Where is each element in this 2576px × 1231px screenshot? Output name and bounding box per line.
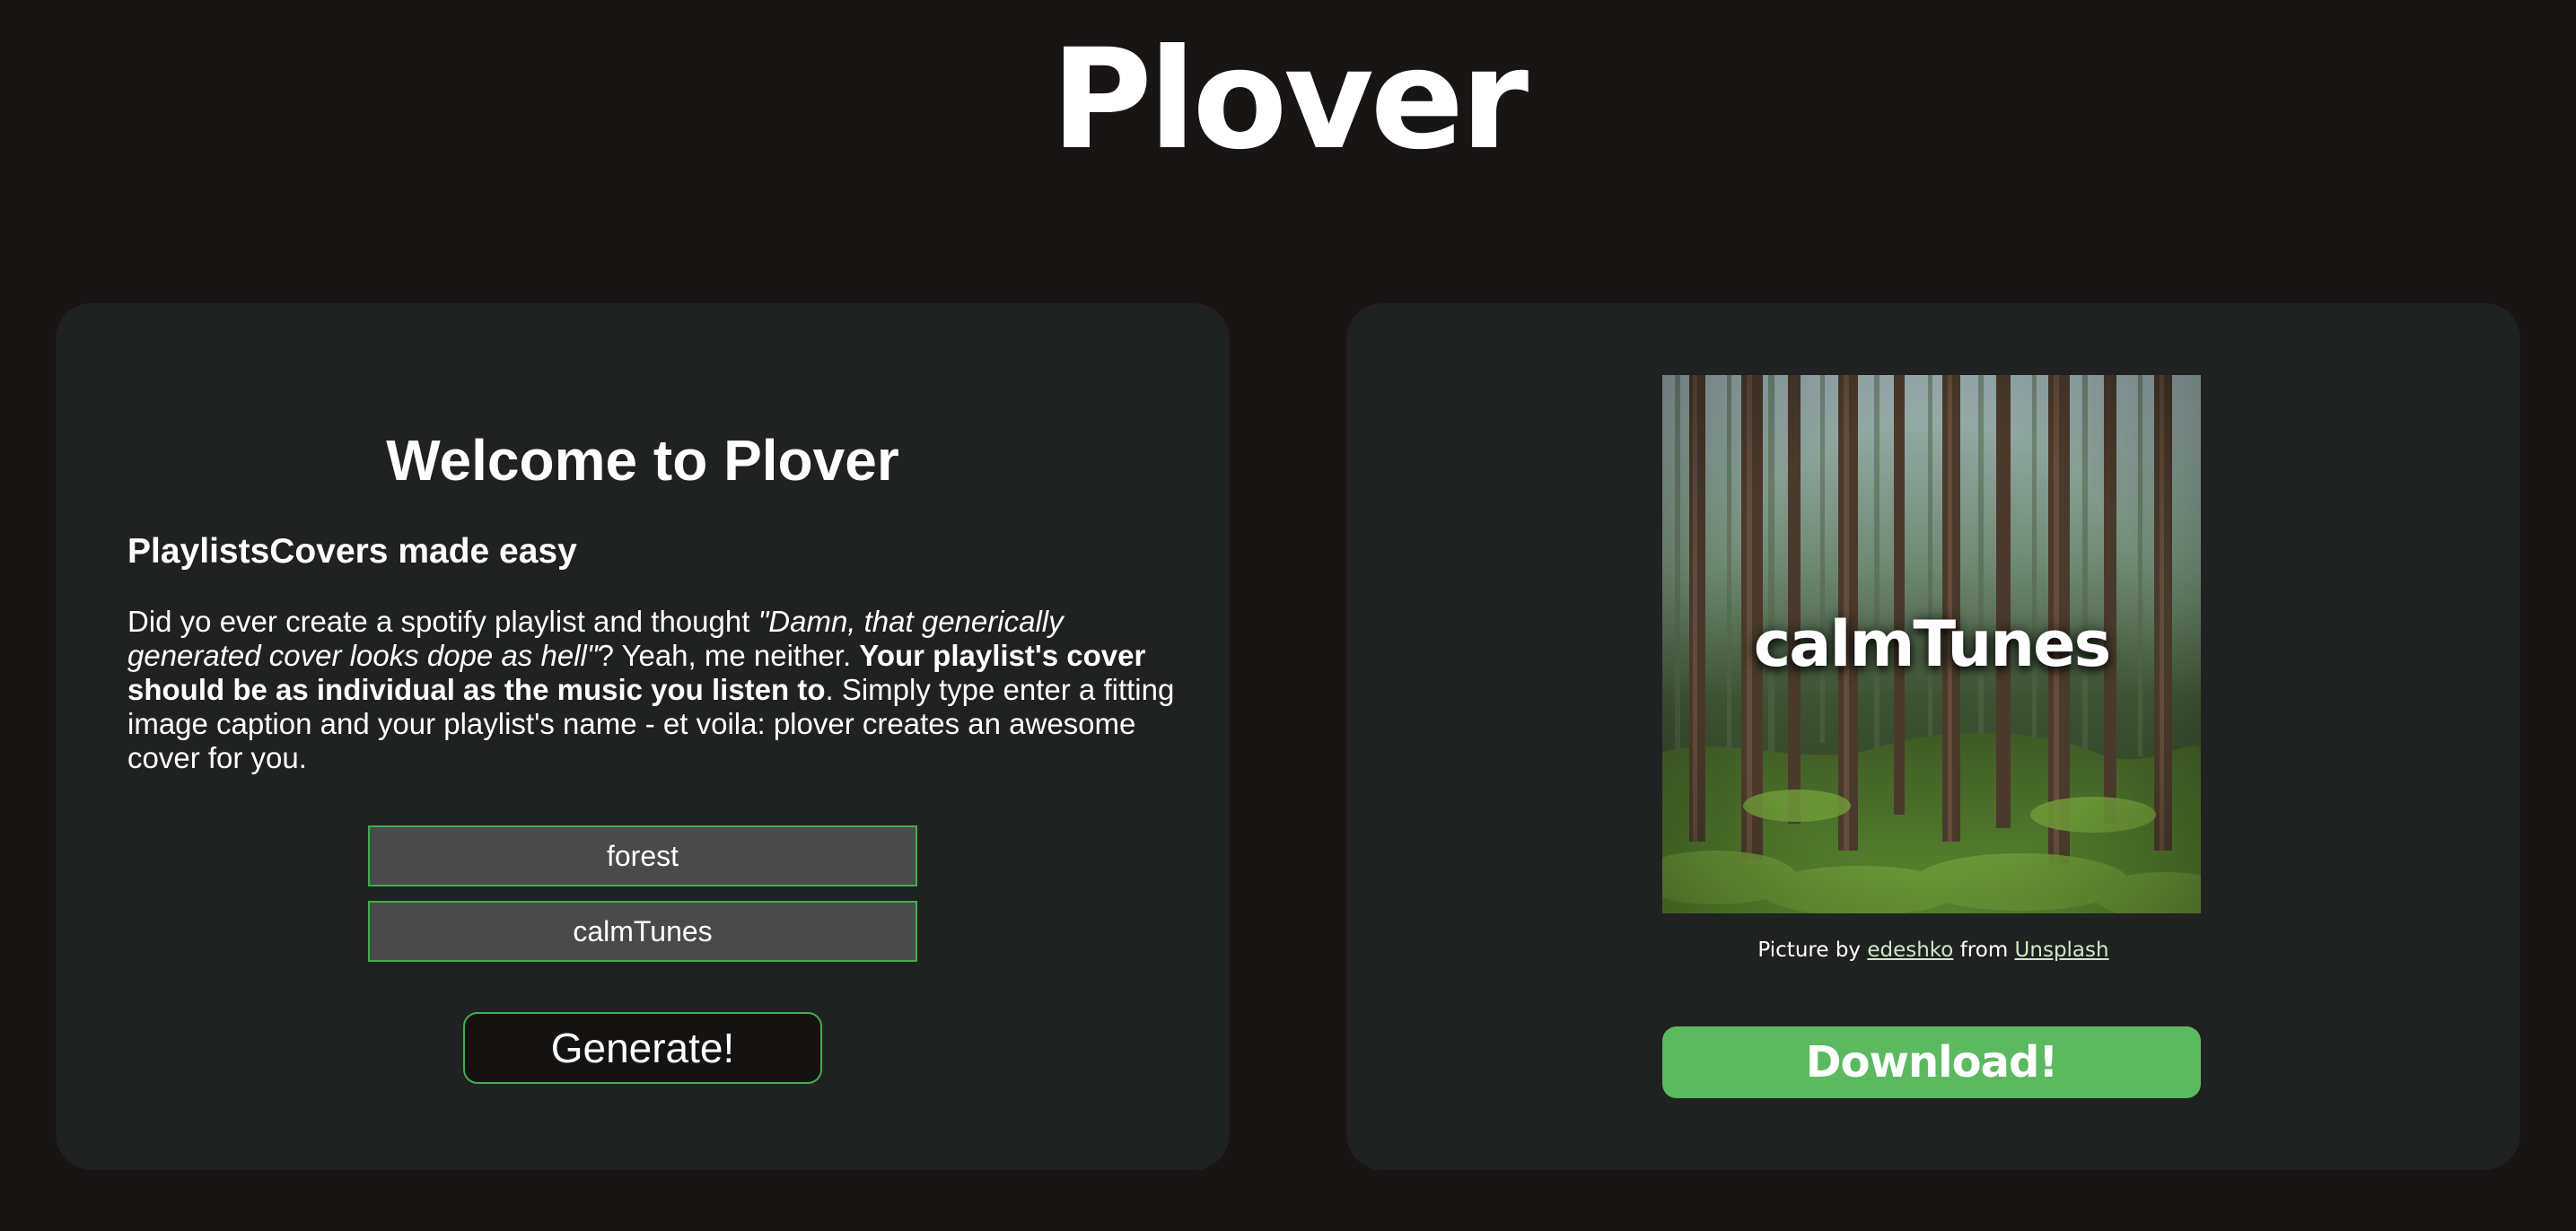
image-caption-input[interactable] bbox=[368, 825, 917, 886]
photographer-link[interactable]: edeshko bbox=[1867, 939, 1953, 962]
preview-card: calmTunes Picture by edeshko from Unspla… bbox=[1346, 303, 2520, 1170]
photo-attribution: Picture by edeshko from Unsplash bbox=[1346, 937, 2520, 964]
download-button[interactable]: Download! bbox=[1662, 1026, 2201, 1098]
app-title: Plover bbox=[1050, 20, 1529, 180]
welcome-heading: Welcome to Plover bbox=[386, 428, 899, 493]
generate-button[interactable]: Generate! bbox=[463, 1012, 822, 1084]
tagline: PlaylistsCovers made easy bbox=[127, 532, 577, 571]
cover-preview-image: calmTunes bbox=[1662, 375, 2201, 913]
playlist-name-input[interactable] bbox=[368, 901, 917, 962]
description-text: ? Yeah, me neither. bbox=[597, 639, 860, 672]
cover-overlay-title: calmTunes bbox=[1753, 607, 2112, 681]
description-text: Did yo ever create a spotify playlist an… bbox=[127, 605, 758, 638]
attribution-text: Picture by bbox=[1757, 939, 1868, 962]
attribution-text: from bbox=[1953, 939, 2015, 962]
unsplash-link[interactable]: Unsplash bbox=[2015, 939, 2109, 962]
intro-description: Did yo ever create a spotify playlist an… bbox=[127, 605, 1196, 775]
generator-card: Welcome to Plover PlaylistsCovers made e… bbox=[56, 303, 1230, 1170]
